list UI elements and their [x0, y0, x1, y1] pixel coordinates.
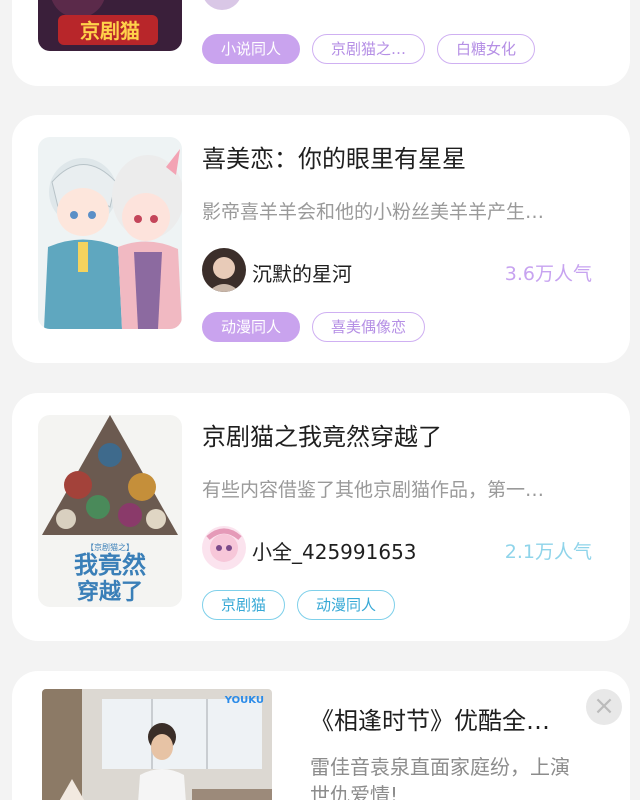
tag[interactable]: 小说同人 [202, 34, 301, 64]
tag-list: 京剧猫 动漫同人 [202, 590, 396, 620]
novel-card[interactable]: 京剧猫 小说同人 京剧猫之… 白糖女化 [12, 0, 630, 86]
novel-feed: 京剧猫 小说同人 京剧猫之… 白糖女化 喜美恋：你的眼里有星星 影帝喜羊羊会和他… [0, 0, 640, 800]
brand-logo: YOUKU [224, 695, 264, 706]
tag[interactable]: 京剧猫 [202, 590, 286, 620]
novel-description: 有些内容借鉴了其他京剧猫作品，第一… [202, 479, 545, 501]
svg-text:穿越了: 穿越了 [77, 579, 143, 605]
tag[interactable]: 喜美偶像恋 [312, 312, 426, 342]
author-avatar[interactable] [202, 248, 246, 292]
tag[interactable]: 动漫同人 [202, 312, 301, 342]
tag[interactable]: 白糖女化 [437, 34, 536, 64]
ad-title[interactable]: 《相逢时节》优酷全… [310, 701, 550, 736]
author-name[interactable]: 沉默的星河 [252, 258, 352, 287]
tag-list: 动漫同人 喜美偶像恋 [202, 312, 426, 342]
tag-list: 小说同人 京剧猫之… 白糖女化 [202, 34, 536, 64]
author-avatar[interactable] [202, 526, 246, 570]
novel-title[interactable]: 京剧猫之我竟然穿越了 [202, 417, 442, 452]
novel-title[interactable]: 喜美恋：你的眼里有星星 [202, 139, 466, 174]
novel-cover-image[interactable]: 【京剧猫之】 我竟然 穿越了 [38, 415, 182, 607]
popularity-count: 3.6万人气 [504, 263, 592, 285]
novel-description: 影帝喜羊羊会和他的小粉丝美羊羊产生… [202, 201, 545, 223]
novel-card[interactable]: 【京剧猫之】 我竟然 穿越了 京剧猫之我竟然穿越了 有些内容借鉴了其他京剧猫作品… [12, 393, 630, 641]
ad-card[interactable]: YOUKU 《相逢时节》优酷全… 雷佳音袁泉直面家庭纷，上演世仇爱情! × [12, 671, 630, 800]
ad-cover-image[interactable]: YOUKU [42, 689, 272, 800]
svg-text:我竟然: 我竟然 [74, 551, 146, 579]
tag[interactable]: 京剧猫之… [312, 34, 426, 64]
author-avatar[interactable] [202, 0, 242, 10]
svg-text:京剧猫: 京剧猫 [80, 19, 140, 43]
ad-description: 雷佳音袁泉直面家庭纷，上演世仇爱情! [310, 755, 570, 800]
author-name[interactable]: 小全_425991653 [252, 536, 417, 565]
novel-card[interactable]: 喜美恋：你的眼里有星星 影帝喜羊羊会和他的小粉丝美羊羊产生… 沉默的星河 3.6… [12, 115, 630, 363]
novel-cover-image[interactable] [38, 137, 182, 329]
novel-cover-image[interactable]: 京剧猫 [38, 0, 182, 51]
tag[interactable]: 动漫同人 [297, 590, 396, 620]
popularity-count: 2.1万人气 [504, 541, 592, 563]
close-icon[interactable]: × [586, 689, 622, 725]
